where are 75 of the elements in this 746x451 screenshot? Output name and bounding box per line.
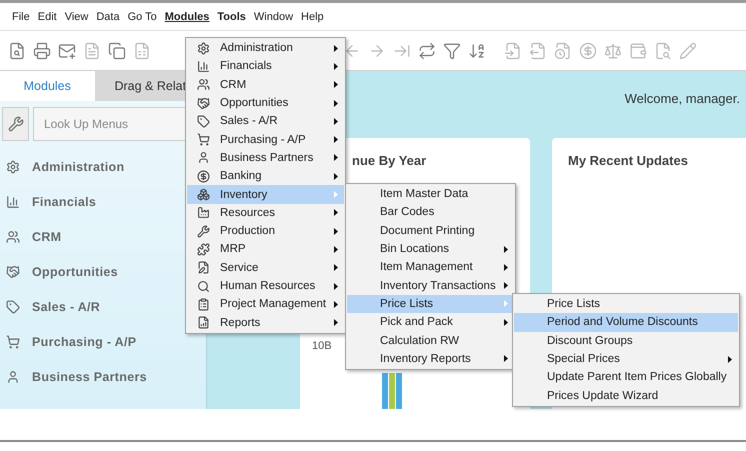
menu-item[interactable]: Administration xyxy=(187,39,344,58)
gear-icon xyxy=(197,42,210,55)
wrench-icon xyxy=(8,116,24,132)
tag-icon xyxy=(197,114,210,128)
menu-item[interactable]: Price Lists xyxy=(514,295,738,314)
menu-item[interactable]: Inventory Reports xyxy=(347,350,514,368)
export-icon[interactable] xyxy=(529,42,547,60)
people-icon xyxy=(197,78,210,92)
menu-item[interactable]: Item Management xyxy=(347,258,514,276)
document-icon[interactable] xyxy=(83,42,101,60)
document-search-icon[interactable] xyxy=(654,42,672,60)
bar-chart-icon xyxy=(197,60,210,73)
spreadsheet-icon[interactable] xyxy=(133,42,151,60)
import-icon[interactable] xyxy=(504,42,522,60)
handshake-icon xyxy=(6,264,20,278)
menu-bar-item[interactable]: Tools xyxy=(217,10,246,22)
menu-item[interactable]: Item Master Data xyxy=(347,185,514,204)
preview-icon[interactable] xyxy=(8,42,26,60)
pencil-icon[interactable] xyxy=(679,42,697,60)
scale-icon[interactable] xyxy=(604,42,622,60)
menu-bar-item[interactable]: Data xyxy=(96,10,120,22)
refresh-icon[interactable] xyxy=(418,42,436,60)
tab[interactable]: Modules xyxy=(0,71,95,101)
welcome-text: Welcome, manager. xyxy=(624,91,740,106)
filter-icon[interactable] xyxy=(443,42,461,60)
menu-bar-item[interactable]: View xyxy=(64,10,88,22)
people-icon xyxy=(6,230,20,244)
dollar-icon[interactable] xyxy=(579,42,597,60)
menu-item[interactable]: Document Printing xyxy=(347,222,514,240)
print-icon[interactable] xyxy=(33,42,51,60)
menu-item[interactable]: Period and Volume Discounts xyxy=(514,313,738,332)
menu-bar-item[interactable]: File xyxy=(12,10,30,22)
copy-icon[interactable] xyxy=(108,42,126,60)
menu-item[interactable]: Bar Codes xyxy=(347,203,514,222)
document-icon xyxy=(197,261,210,274)
menu-bar-item[interactable]: Edit xyxy=(38,10,57,22)
menu-item[interactable]: Update Parent Item Prices Globally xyxy=(514,368,738,386)
puzzle-icon xyxy=(197,242,210,256)
cart-icon xyxy=(197,133,210,146)
menu-bar-item[interactable]: Go To xyxy=(128,10,157,22)
menu-item[interactable]: Pick and Pack xyxy=(347,313,514,332)
search-icon xyxy=(197,280,210,292)
card-title: My Recent Updates xyxy=(568,153,688,168)
clipboard-icon xyxy=(197,298,210,311)
menu-item[interactable]: Prices Update Wizard xyxy=(514,386,738,405)
wrench-icon xyxy=(197,224,210,238)
card-title: nue By Year xyxy=(352,153,426,168)
menu-item[interactable]: Inventory Transactions xyxy=(347,276,514,295)
menu-item[interactable]: Bin Locations xyxy=(347,240,514,258)
axis-label: 10B xyxy=(312,340,332,352)
sort-icon[interactable] xyxy=(468,42,486,60)
menu-item[interactable]: Inventory xyxy=(187,185,344,204)
report-icon xyxy=(197,316,210,330)
wrench-button[interactable] xyxy=(2,107,29,141)
cart-icon xyxy=(6,334,20,348)
person-icon xyxy=(6,370,20,384)
handshake-icon xyxy=(197,96,210,110)
gear-icon xyxy=(6,160,20,174)
menu-item[interactable]: Discount Groups xyxy=(514,332,738,350)
bar-chart-icon xyxy=(6,194,20,208)
menu-bar-item[interactable]: Modules xyxy=(164,10,210,22)
email-icon[interactable] xyxy=(58,42,76,60)
wallet-icon[interactable] xyxy=(629,42,647,60)
tag-icon xyxy=(6,300,20,314)
document-clock-icon[interactable] xyxy=(554,42,572,60)
factory-icon xyxy=(197,206,210,220)
menu-item[interactable]: Special Prices xyxy=(514,350,738,368)
person-icon xyxy=(197,151,210,164)
menu-item[interactable]: Price Lists xyxy=(347,294,514,314)
menu-bar-item[interactable]: Window xyxy=(254,10,294,22)
boxes-icon xyxy=(197,188,210,202)
sidebar-item[interactable]: Business Partners xyxy=(0,359,206,394)
menu-item[interactable]: Calculation RW xyxy=(347,331,514,350)
dollar-icon xyxy=(197,170,210,183)
menu-bar-item[interactable]: Help xyxy=(301,10,324,22)
